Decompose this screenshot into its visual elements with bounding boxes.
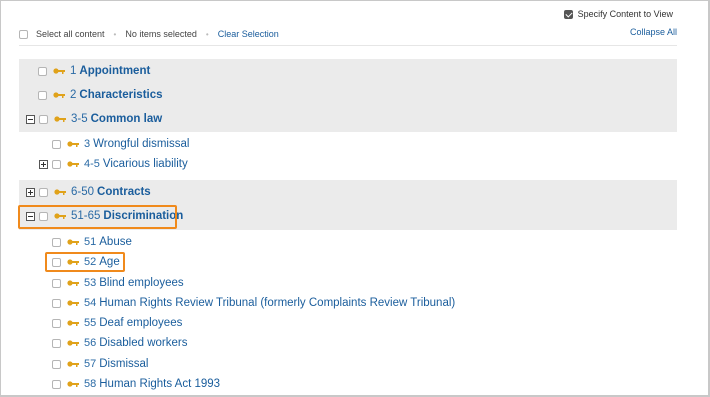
item-checkbox[interactable] [52, 159, 61, 169]
item-checkbox[interactable] [39, 114, 48, 124]
key-icon [67, 319, 79, 327]
tree-item-discrimination[interactable]: 51-65 Discrimination [26, 206, 183, 226]
key-icon [54, 212, 66, 220]
tree-item-abuse[interactable]: 51 Abuse [52, 232, 132, 252]
clear-selection-link[interactable]: Clear Selection [218, 29, 279, 39]
item-checkbox[interactable] [52, 278, 61, 288]
separator-dot: • [205, 29, 209, 39]
item-number: 4-5 [84, 158, 100, 170]
item-title[interactable]: Blind employees [99, 277, 183, 289]
item-title[interactable]: Human Rights Review Tribunal (formerly C… [99, 297, 455, 309]
tree-item-deaf-employees[interactable]: 55 Deaf employees [52, 313, 182, 333]
item-title[interactable]: Common law [91, 113, 163, 125]
tree-item-characteristics[interactable]: 2 Characteristics [38, 85, 163, 105]
item-number: 3 [84, 138, 91, 150]
key-icon [67, 279, 79, 287]
key-icon [54, 188, 66, 196]
item-number: 57 [84, 358, 97, 370]
item-checkbox[interactable] [39, 187, 48, 197]
item-title[interactable]: Vicarious liability [103, 158, 188, 170]
specify-content-toggle[interactable]: Specify Content to View [563, 9, 673, 19]
item-checkbox[interactable] [52, 139, 61, 149]
tree-item-age[interactable]: 52 Age [52, 252, 120, 272]
tree-item-contracts[interactable]: 6-50 Contracts [26, 182, 151, 202]
key-icon [53, 67, 65, 75]
tree-item-human-rights-act[interactable]: 58 Human Rights Act 1993 [52, 374, 220, 394]
item-checkbox[interactable] [52, 257, 61, 267]
tree-item-appointment[interactable]: 1 Appointment [38, 61, 150, 81]
specify-content-checkbox[interactable] [563, 9, 573, 19]
separator-dot: • [113, 29, 117, 39]
key-icon [67, 339, 79, 347]
item-number: 58 [84, 378, 97, 390]
item-checkbox[interactable] [38, 90, 47, 100]
key-icon [67, 299, 79, 307]
key-icon [67, 258, 79, 266]
item-number: 55 [84, 317, 97, 329]
item-number: 51 [84, 236, 97, 248]
selection-status: No items selected [125, 29, 197, 39]
item-checkbox[interactable] [52, 338, 61, 348]
item-number: 6-50 [71, 186, 95, 198]
collapse-all-link[interactable]: Collapse All [630, 27, 677, 37]
key-icon [67, 160, 79, 168]
item-title[interactable]: Contracts [97, 186, 151, 198]
item-number: 53 [84, 277, 97, 289]
item-number: 54 [84, 297, 97, 309]
tree-item-blind-employees[interactable]: 53 Blind employees [52, 273, 184, 293]
item-title[interactable]: Wrongful dismissal [93, 138, 189, 150]
item-number: 56 [84, 337, 97, 349]
item-title[interactable]: Characteristics [79, 89, 162, 101]
item-number: 3-5 [71, 113, 88, 125]
expand-toggle-icon[interactable] [26, 187, 35, 197]
specify-content-label: Specify Content to View [577, 9, 673, 19]
tree-item-human-rights-review-tribunal[interactable]: 54 Human Rights Review Tribunal (formerl… [52, 293, 455, 313]
item-title[interactable]: Deaf employees [99, 317, 182, 329]
tree-item-disabled-workers[interactable]: 56 Disabled workers [52, 333, 187, 353]
divider [19, 45, 677, 46]
item-number: 51-65 [71, 210, 101, 222]
collapse-toggle-icon[interactable] [26, 211, 35, 221]
collapse-toggle-icon[interactable] [26, 114, 35, 124]
item-title[interactable]: Discrimination [103, 210, 183, 222]
select-all[interactable]: Select all content [19, 29, 105, 39]
item-checkbox[interactable] [52, 359, 61, 369]
select-all-checkbox[interactable] [19, 29, 28, 39]
item-title[interactable]: Appointment [79, 65, 150, 77]
item-checkbox[interactable] [52, 318, 61, 328]
item-number: 2 [70, 89, 77, 101]
key-icon [53, 91, 65, 99]
item-checkbox[interactable] [38, 66, 47, 76]
selection-toolbar: Select all content • No items selected •… [19, 26, 677, 42]
item-checkbox[interactable] [52, 379, 61, 389]
key-icon [67, 380, 79, 388]
item-number: 52 [84, 256, 97, 268]
item-title[interactable]: Dismissal [99, 358, 148, 370]
item-title[interactable]: Abuse [99, 236, 132, 248]
item-title[interactable]: Human Rights Act 1993 [99, 378, 220, 390]
key-icon [67, 360, 79, 368]
item-checkbox[interactable] [39, 211, 48, 221]
select-all-label: Select all content [36, 29, 105, 39]
item-title[interactable]: Disabled workers [99, 337, 187, 349]
tree-item-vicarious-liability[interactable]: 4-5 Vicarious liability [39, 154, 188, 174]
item-title[interactable]: Age [99, 256, 119, 268]
key-icon [67, 238, 79, 246]
item-checkbox[interactable] [52, 237, 61, 247]
expand-toggle-icon[interactable] [39, 159, 48, 169]
key-icon [67, 140, 79, 148]
tree-item-dismissal[interactable]: 57 Dismissal [52, 354, 148, 374]
key-icon [54, 115, 66, 123]
tree-item-common-law[interactable]: 3-5 Common law [26, 109, 162, 129]
tree-item-wrongful-dismissal[interactable]: 3 Wrongful dismissal [52, 134, 189, 154]
item-number: 1 [70, 65, 77, 77]
content-panel: Specify Content to View Select all conte… [0, 0, 710, 397]
item-checkbox[interactable] [52, 298, 61, 308]
